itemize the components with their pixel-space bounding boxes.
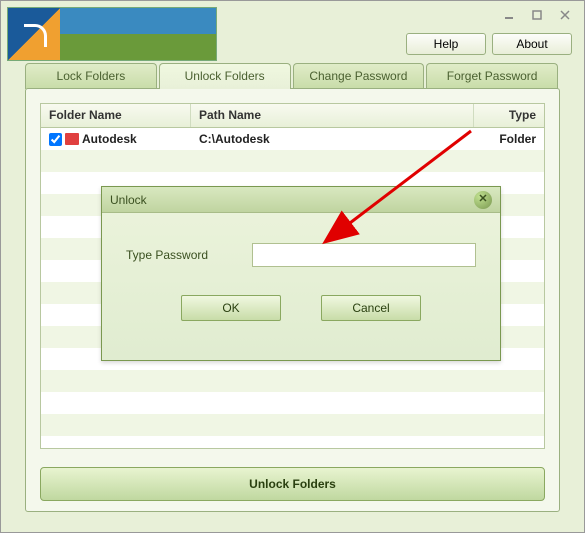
- close-button[interactable]: [554, 7, 576, 23]
- row-checkbox[interactable]: [49, 133, 62, 146]
- minimize-button[interactable]: [498, 7, 520, 23]
- about-button[interactable]: About: [492, 33, 572, 55]
- cell-path: C:\Autodesk: [191, 130, 474, 148]
- unlock-dialog: Unlock ✕ Type Password OK Cancel: [101, 186, 501, 361]
- tab-forget-password[interactable]: Forget Password: [426, 63, 558, 89]
- unlock-folders-button[interactable]: Unlock Folders: [40, 467, 545, 501]
- ok-button[interactable]: OK: [181, 295, 281, 321]
- col-type[interactable]: Type: [474, 104, 544, 127]
- logo-bars: [60, 8, 216, 60]
- table-row[interactable]: Autodesk C:\Autodesk Folder: [41, 128, 544, 150]
- col-folder-name[interactable]: Folder Name: [41, 104, 191, 127]
- dialog-close-button[interactable]: ✕: [474, 191, 492, 209]
- maximize-button[interactable]: [526, 7, 548, 23]
- password-input[interactable]: [252, 243, 476, 267]
- dialog-titlebar: Unlock ✕: [102, 187, 500, 213]
- tab-lock-folders[interactable]: Lock Folders: [25, 63, 157, 89]
- col-path-name[interactable]: Path Name: [191, 104, 474, 127]
- tab-bar: Lock Folders Unlock Folders Change Passw…: [25, 63, 560, 89]
- cancel-button[interactable]: Cancel: [321, 295, 421, 321]
- tab-change-password[interactable]: Change Password: [293, 63, 425, 89]
- logo-icon: [8, 8, 60, 60]
- help-button[interactable]: Help: [406, 33, 486, 55]
- cell-type: Folder: [474, 130, 544, 148]
- cell-folder-name: Autodesk: [82, 132, 137, 146]
- folder-icon: [65, 133, 79, 145]
- tab-unlock-folders[interactable]: Unlock Folders: [159, 63, 291, 89]
- dialog-title: Unlock: [110, 193, 147, 207]
- table-header: Folder Name Path Name Type: [41, 104, 544, 128]
- app-logo: [7, 7, 217, 61]
- password-label: Type Password: [126, 248, 236, 262]
